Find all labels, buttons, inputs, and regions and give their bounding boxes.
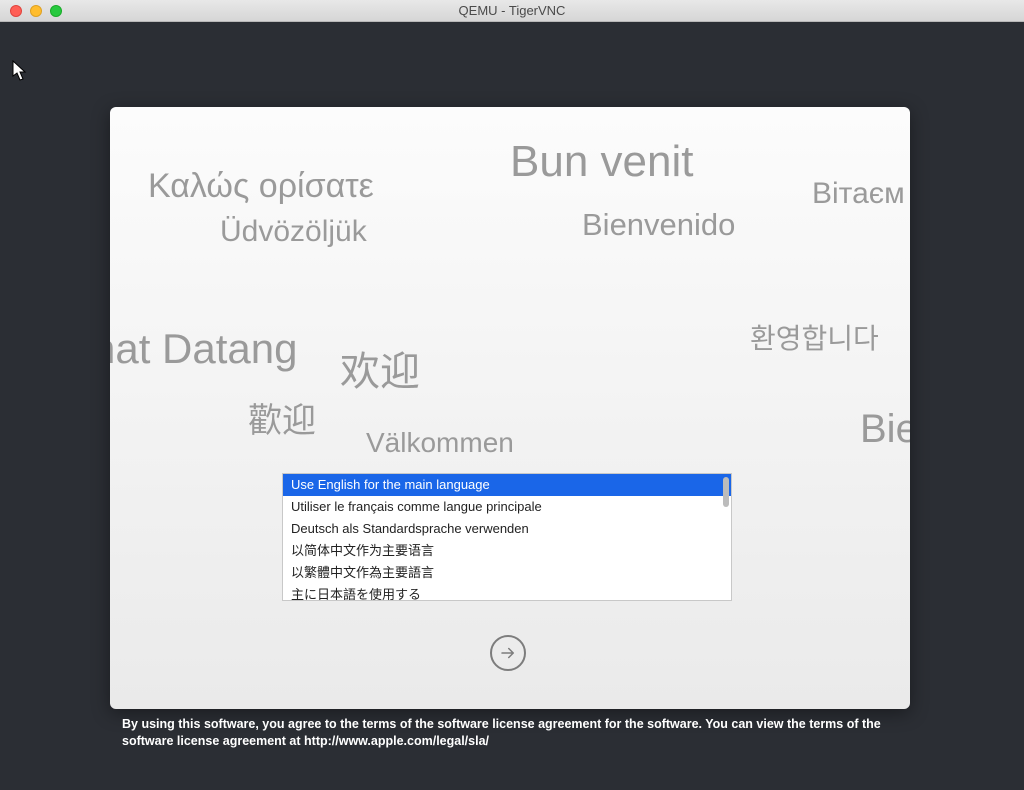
welcome-word: Välkommen: [366, 427, 514, 459]
welcome-word: Üdvözöljük: [220, 215, 367, 249]
vm-desktop: Καλώς ορίσατε Üdvözöljük Bun venit Bienveni…: [0, 22, 1024, 790]
list-scrollbar-thumb[interactable]: [723, 477, 729, 507]
license-agreement-text: By using this software, you agree to the…: [122, 716, 912, 750]
language-option[interactable]: Deutsch als Standardsprache verwenden: [283, 518, 731, 540]
language-option[interactable]: 以简体中文作为主要语言: [283, 540, 731, 562]
window-title: QEMU - TigerVNC: [0, 3, 1024, 18]
window-titlebar: QEMU - TigerVNC: [0, 0, 1024, 22]
welcome-word: Bie: [860, 407, 910, 452]
welcome-word: Καλώς ορίσατε: [148, 167, 374, 206]
setup-assistant-panel: Καλώς ορίσατε Üdvözöljük Bun venit Bienveni…: [110, 107, 910, 709]
continue-button[interactable]: [490, 635, 526, 671]
mouse-cursor-icon: [12, 60, 28, 82]
arrow-right-icon: [499, 644, 517, 662]
welcome-word: Вітаєм: [812, 177, 905, 211]
welcome-word: Bienvenido: [582, 207, 735, 243]
language-option[interactable]: 以繁體中文作為主要語言: [283, 562, 731, 584]
language-option[interactable]: Utiliser le français comme langue princi…: [283, 496, 731, 518]
language-list[interactable]: Use English for the main languageUtilise…: [282, 473, 732, 601]
welcome-word: nat Datang: [110, 325, 298, 373]
language-option[interactable]: Use English for the main language: [283, 474, 731, 496]
welcome-word: 欢迎: [340, 339, 420, 397]
welcome-word: 환영합니다: [750, 317, 879, 357]
welcome-word: 歡迎: [248, 393, 316, 442]
language-option[interactable]: 主に日本語を使用する: [283, 584, 731, 601]
welcome-word: Bun venit: [510, 137, 693, 187]
